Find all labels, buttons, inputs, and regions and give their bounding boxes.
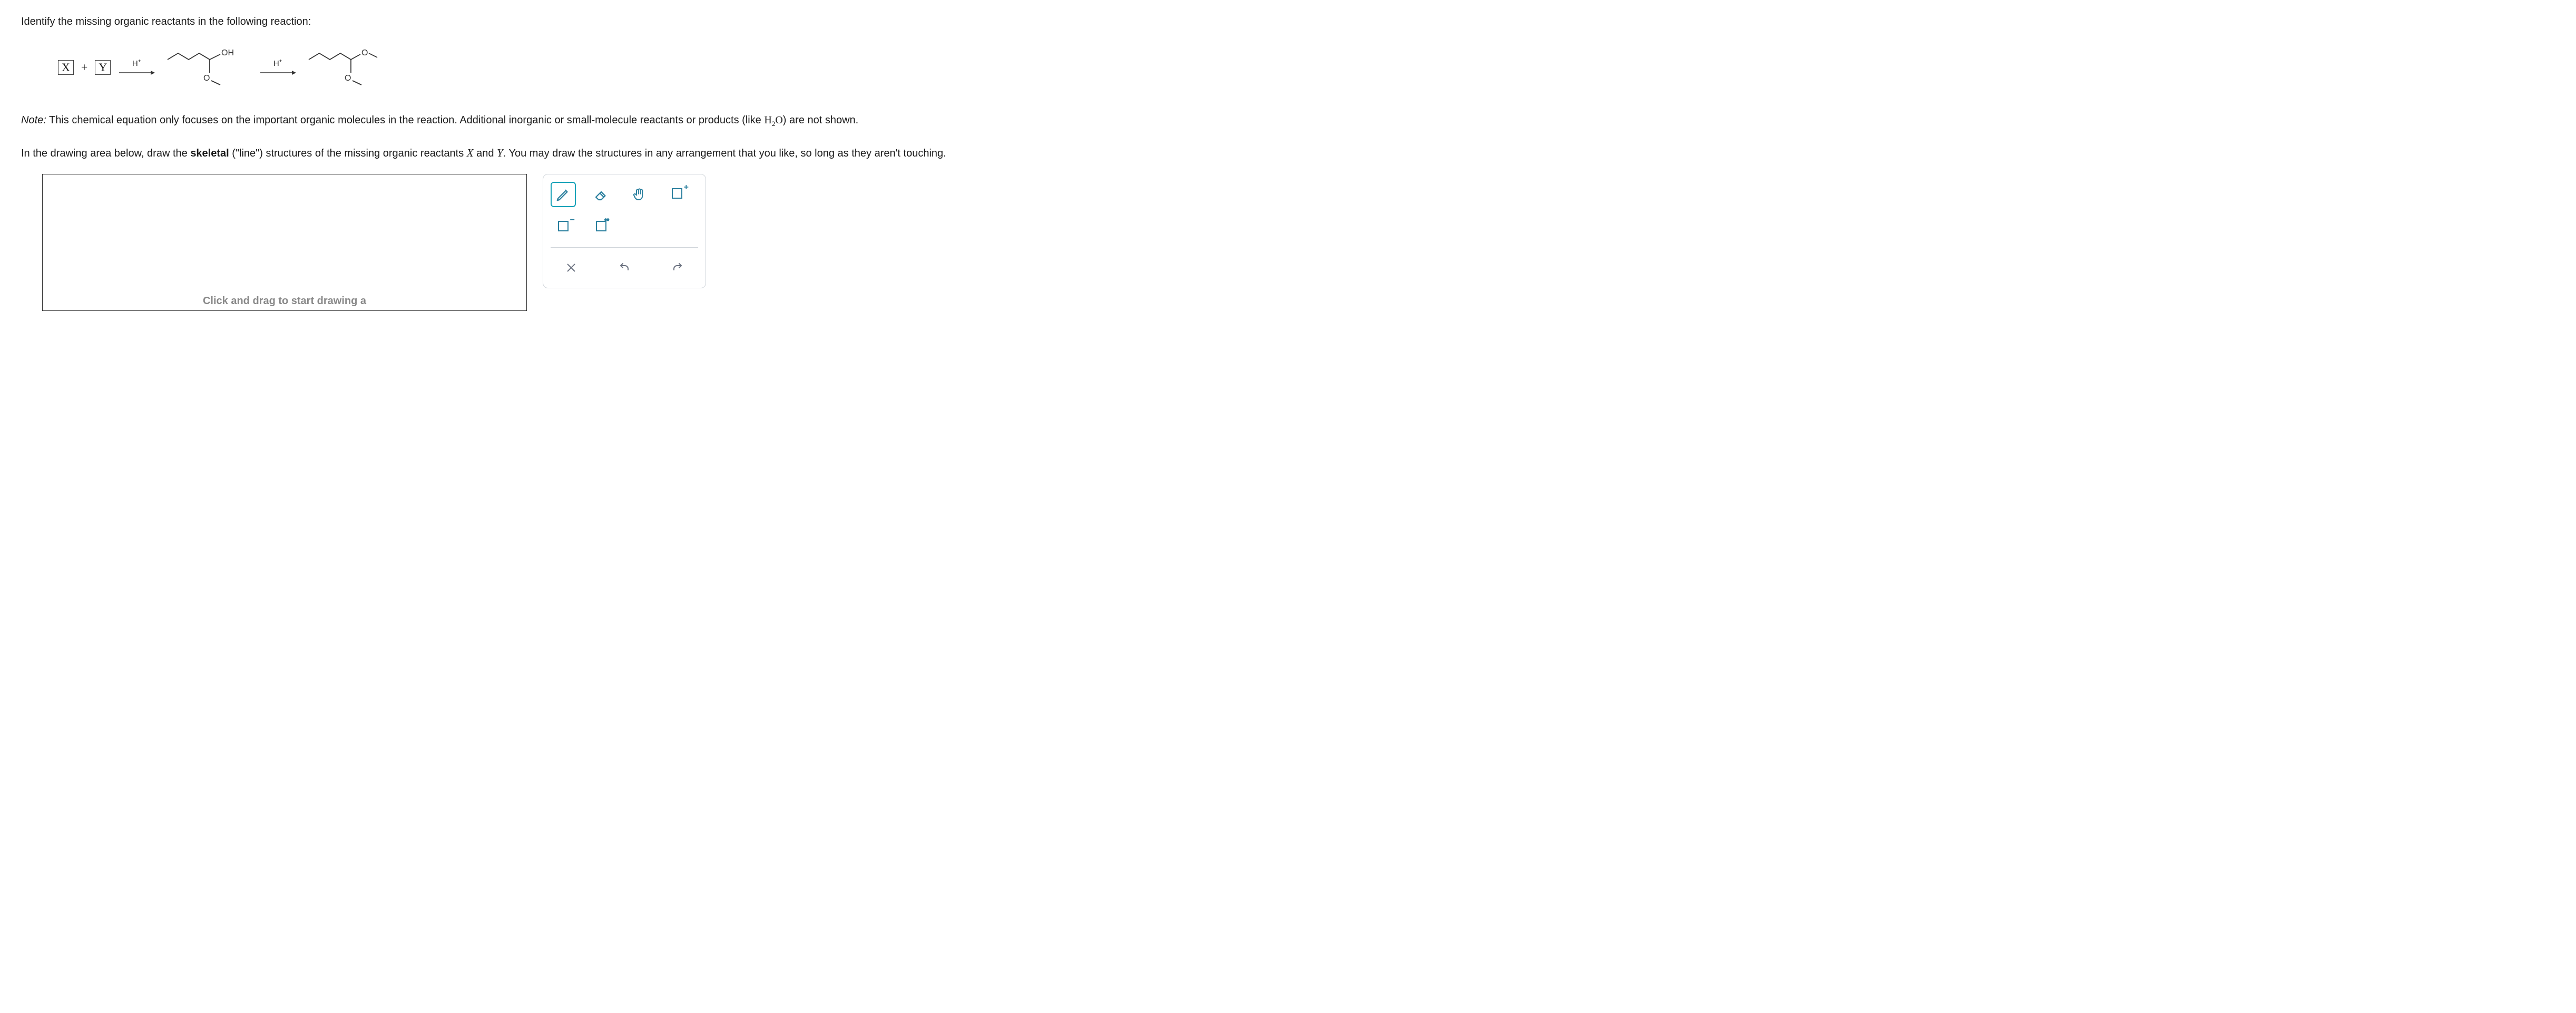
arrow2-condition: H+ [273,59,282,68]
product-structure: O O [303,44,393,91]
close-icon [565,262,577,274]
drawing-canvas[interactable]: Click and drag to start drawing a [42,174,527,311]
tool-palette: + − •• [543,174,706,288]
pencil-icon [555,187,571,202]
reactant-y-box: Y [95,60,111,75]
intermediate-structure: OH O [162,44,252,91]
eraser-tool[interactable] [589,182,614,207]
reaction-arrow-1: H+ [118,59,155,76]
square-plus-icon: + [672,188,682,201]
question-prompt: Identify the missing organic reactants i… [21,16,2555,28]
undo-icon [618,261,631,274]
instruction-text: In the drawing area below, draw the skel… [21,145,2555,162]
hand-icon [631,187,647,202]
svg-text:O: O [361,48,368,57]
plus-sign: + [81,61,87,74]
undo-button[interactable] [612,255,637,280]
svg-text:O: O [203,74,210,83]
svg-text:OH: OH [221,48,234,57]
reaction-arrow-2: H+ [259,59,296,76]
note-text: Note: This chemical equation only focuse… [21,112,2555,129]
square-minus-icon: − [558,221,569,234]
reactant-x-box: X [58,60,74,75]
redo-button[interactable] [665,255,690,280]
add-positive-charge-tool[interactable]: + [664,182,690,207]
clear-button[interactable] [559,255,584,280]
add-radical-tool[interactable]: •• [589,215,614,240]
arrow1-condition: H+ [132,59,141,68]
arrow-icon [259,69,296,76]
reaction-scheme: X + Y H+ OH O H+ O O [58,44,2555,91]
arrow-icon [118,69,155,76]
eraser-icon [593,187,609,202]
hand-tool[interactable] [626,182,652,207]
pencil-tool[interactable] [551,182,576,207]
redo-icon [671,261,684,274]
square-radical-icon: •• [596,221,606,234]
svg-text:O: O [345,74,351,83]
add-negative-charge-tool[interactable]: − [551,215,576,240]
canvas-hint: Click and drag to start drawing a [203,295,366,307]
